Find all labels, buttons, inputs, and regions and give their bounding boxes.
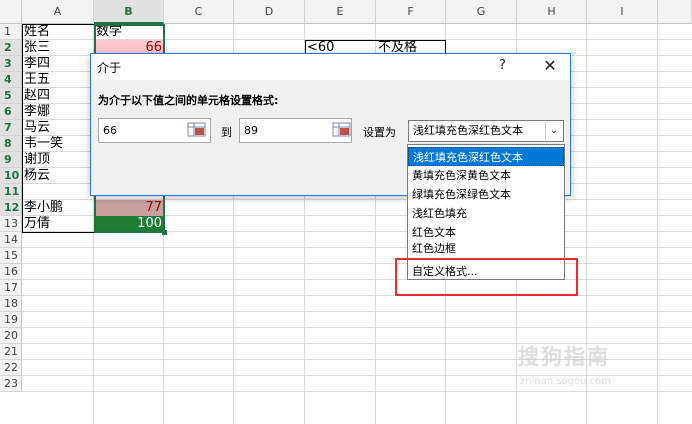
- help-button[interactable]: ?: [499, 58, 506, 73]
- row-header[interactable]: 15: [0, 248, 22, 264]
- row-header[interactable]: 11: [0, 184, 22, 200]
- row-header[interactable]: 19: [0, 312, 22, 328]
- column-header-a[interactable]: A: [22, 0, 94, 24]
- gridline: [22, 247, 692, 248]
- column-header-b[interactable]: B: [94, 0, 164, 24]
- row-header[interactable]: 10: [0, 168, 22, 184]
- column-header-j[interactable]: [658, 0, 692, 24]
- select-all-corner[interactable]: [0, 0, 22, 24]
- row-header[interactable]: 3: [0, 56, 22, 72]
- row-header[interactable]: 21: [0, 344, 22, 360]
- gridline: [22, 295, 692, 296]
- format-option[interactable]: 绿填充色深绿色文本: [408, 185, 564, 204]
- gridline: [657, 24, 658, 424]
- row-header[interactable]: 6: [0, 104, 22, 120]
- row-header[interactable]: 9: [0, 152, 22, 168]
- format-option[interactable]: 红色文本: [408, 223, 564, 242]
- column-header-f[interactable]: F: [376, 0, 446, 24]
- row-header[interactable]: 13: [0, 216, 22, 232]
- column-header-g[interactable]: G: [446, 0, 517, 24]
- set-as-label: 设置为: [363, 126, 396, 139]
- format-option[interactable]: 浅红填充色深红色文本: [408, 147, 564, 166]
- dialog-instruction: 为介于以下值之间的单元格设置格式:: [98, 94, 279, 107]
- format-select[interactable]: 浅红填充色深红色文本 ⌄: [408, 120, 564, 142]
- row-header[interactable]: 5: [0, 88, 22, 104]
- range-select-icon[interactable]: [332, 121, 352, 139]
- row-header[interactable]: 23: [0, 376, 22, 392]
- close-button[interactable]: ✕: [539, 56, 561, 75]
- format-option[interactable]: 红色边框: [408, 242, 564, 256]
- to-label: 到: [221, 126, 232, 139]
- chevron-down-icon[interactable]: ⌄: [545, 122, 562, 140]
- gridline: [22, 311, 692, 312]
- column-header-c[interactable]: C: [164, 0, 234, 24]
- format-option[interactable]: 黄填充色深黄色文本: [408, 166, 564, 185]
- watermark-url: zhinan.sogou.com: [520, 376, 612, 387]
- watermark-logo: 搜狗指南: [518, 345, 610, 369]
- row-header[interactable]: 4: [0, 72, 22, 88]
- row-header[interactable]: 14: [0, 232, 22, 248]
- row-header[interactable]: 18: [0, 296, 22, 312]
- row-header[interactable]: 2: [0, 40, 22, 56]
- dialog-title: 介于: [97, 61, 122, 75]
- format-select-value: 浅红填充色深红色文本: [413, 124, 523, 137]
- row-header[interactable]: 16: [0, 264, 22, 280]
- row-header[interactable]: 20: [0, 328, 22, 344]
- row-header[interactable]: 7: [0, 120, 22, 136]
- row-header[interactable]: 17: [0, 280, 22, 296]
- row-header[interactable]: 22: [0, 360, 22, 376]
- gridline: [22, 263, 692, 264]
- column-header-e[interactable]: E: [305, 0, 376, 24]
- range-select-icon[interactable]: [187, 121, 207, 139]
- gridline: [22, 279, 692, 280]
- row-header[interactable]: 8: [0, 136, 22, 152]
- gridline: [22, 391, 692, 392]
- format-option[interactable]: 浅红色填充: [408, 204, 564, 223]
- column-header-d[interactable]: D: [234, 0, 305, 24]
- fill-handle[interactable]: [162, 230, 167, 235]
- column-header-i[interactable]: I: [587, 0, 658, 24]
- highlight-box: [395, 258, 578, 296]
- row-header[interactable]: 1: [0, 24, 22, 40]
- row-header[interactable]: 12: [0, 200, 22, 216]
- gridline: [22, 327, 692, 328]
- dialog-titlebar[interactable]: 介于 ? ✕: [91, 54, 570, 80]
- column-header-h[interactable]: H: [517, 0, 587, 24]
